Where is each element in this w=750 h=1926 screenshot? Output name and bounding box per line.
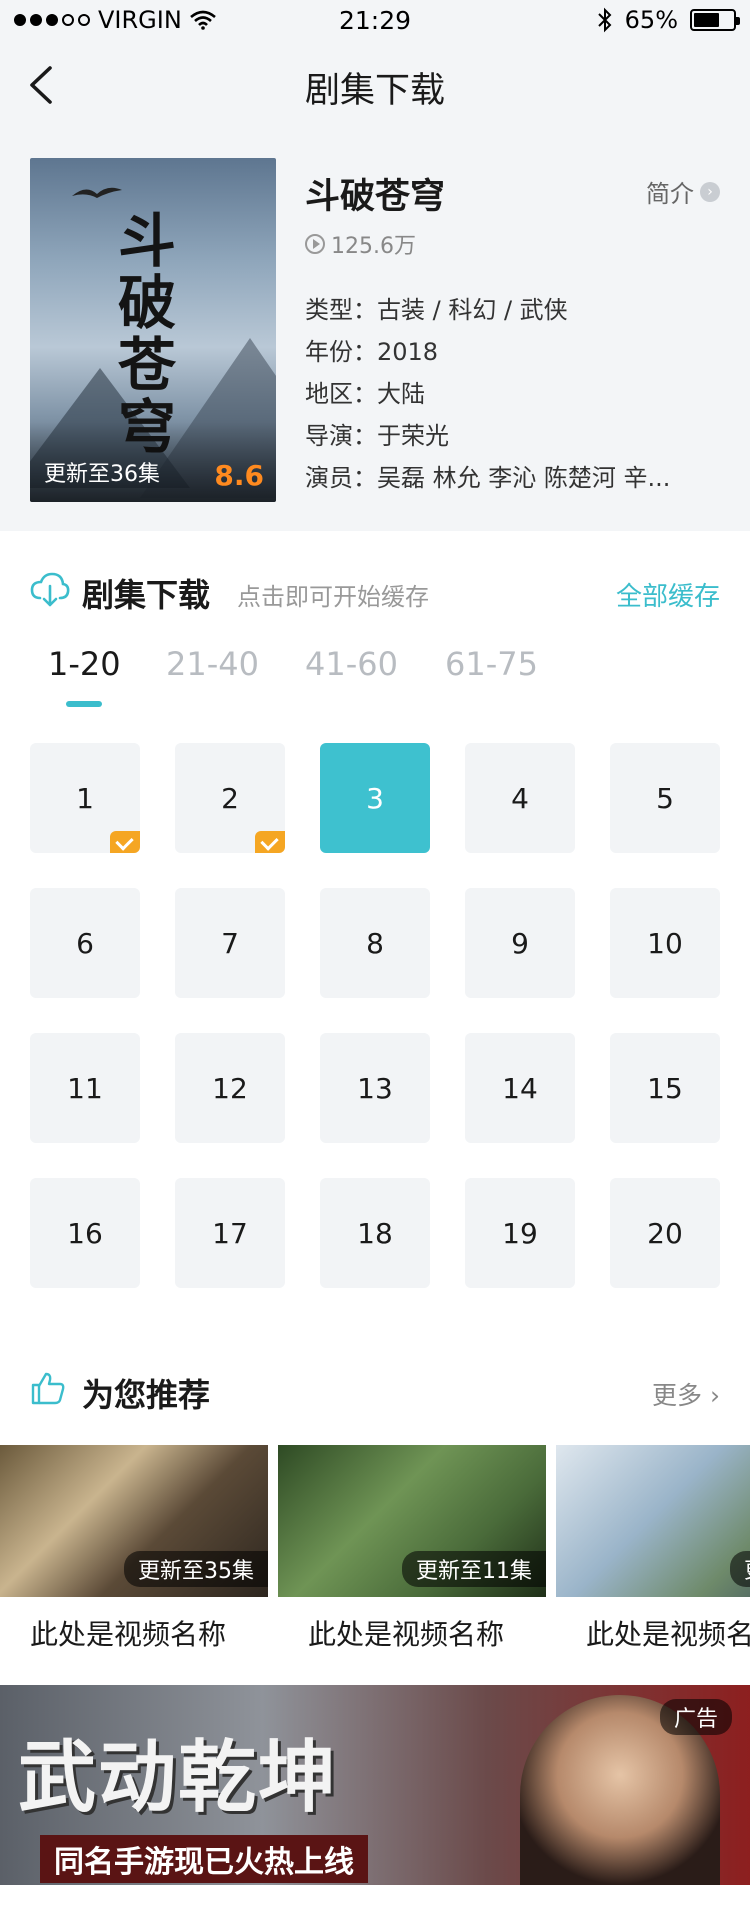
episode-number: 5 (656, 781, 674, 815)
ad-banner[interactable]: 武动乾坤 同名手游现已火热上线 广告 (0, 1685, 750, 1885)
episode-number: 17 (212, 1216, 248, 1250)
intro-label: 简介 (646, 180, 694, 208)
episode-range-tabs: 1-20 21-40 41-60 61-75 (0, 645, 750, 715)
episode-button[interactable]: 15 (610, 1033, 720, 1143)
ad-subtitle: 同名手游现已火热上线 (40, 1835, 368, 1883)
intro-link[interactable]: 简介 › (646, 174, 720, 209)
page-title: 剧集下载 (304, 71, 445, 111)
recommend-title: 为您推荐 (82, 1376, 211, 1414)
update-badge: 更新至 (729, 1551, 750, 1587)
episode-button[interactable]: 10 (610, 888, 720, 998)
bluetooth-icon (597, 7, 612, 33)
poster-update-label: 更新至36集 (44, 462, 160, 487)
ad-tag: 广告 (659, 1699, 732, 1735)
episode-button[interactable]: 12 (175, 1033, 285, 1143)
eagle-icon (72, 187, 122, 198)
episode-button[interactable]: 20 (610, 1178, 720, 1288)
episode-number: 8 (366, 926, 384, 960)
cache-all-button[interactable]: 全部缓存 (616, 576, 720, 613)
nav-bar: 剧集下载 (0, 40, 750, 130)
download-header: 剧集下载 点击即可开始缓存 全部缓存 (0, 560, 750, 620)
meta-region: 地区：大陆 (305, 380, 425, 408)
recommend-name: 此处是视频名称 (30, 1618, 227, 1651)
chevron-right-icon: › (700, 181, 720, 202)
episode-button[interactable]: 13 (320, 1033, 430, 1143)
cloud-download-icon (30, 572, 70, 607)
recommend-card[interactable]: 更新至 此处是视频名称 (556, 1445, 750, 1651)
recommend-card[interactable]: 更新至35集 此处是视频名称 (0, 1445, 268, 1651)
status-bar: VIRGIN 21:29 65% (0, 0, 750, 40)
tab-indicator (66, 701, 102, 707)
episode-number: 14 (502, 1071, 538, 1105)
episode-button[interactable]: 1 (30, 743, 140, 853)
tab-range-3[interactable]: 41-60 (305, 645, 398, 683)
play-count: 125.6万 (305, 228, 416, 260)
poster-calligraphy: 斗破苍穹 (118, 207, 177, 458)
recommend-list: 更新至35集 此处是视频名称 更新至11集 此处是视频名称 更新至 此处是视频名… (0, 1445, 750, 1655)
header-area: VIRGIN 21:29 65% 剧集下载 斗破苍穹 (0, 0, 750, 531)
episode-button[interactable]: 5 (610, 743, 720, 853)
show-poster[interactable]: 斗破苍穹 更新至36集 8.6 (30, 158, 276, 502)
battery-percent: 65% (624, 6, 678, 34)
episode-number: 1 (76, 781, 94, 815)
episode-number: 16 (67, 1216, 103, 1250)
episode-button[interactable]: 8 (320, 888, 430, 998)
episode-button[interactable]: 4 (465, 743, 575, 853)
battery-icon (690, 9, 740, 31)
episode-button[interactable]: 18 (320, 1178, 430, 1288)
recommend-name: 此处是视频名称 (586, 1618, 750, 1651)
thumbs-up-icon (31, 1372, 65, 1405)
downloaded-check-icon (110, 831, 140, 853)
recommend-name: 此处是视频名称 (308, 1618, 505, 1651)
recommend-card[interactable]: 更新至11集 此处是视频名称 (278, 1445, 546, 1651)
episode-number: 15 (647, 1071, 683, 1105)
episode-number: 13 (357, 1071, 393, 1105)
episode-number: 2 (221, 781, 239, 815)
episode-button[interactable]: 2 (175, 743, 285, 853)
ad-title: 武动乾坤 (18, 1732, 339, 1823)
poster-score: 8.6 (214, 459, 264, 492)
episode-button[interactable]: 9 (465, 888, 575, 998)
recommend-thumbnail: 更新至 (556, 1445, 750, 1597)
play-count-value: 125.6万 (331, 234, 416, 259)
episode-button[interactable]: 14 (465, 1033, 575, 1143)
episode-button[interactable]: 3 (320, 743, 430, 853)
tab-range-2[interactable]: 21-40 (166, 645, 259, 683)
meta-director: 导演：于荣光 (305, 422, 449, 450)
meta-cast: 演员：吴磊 林允 李沁 陈楚河 辛... (305, 464, 671, 492)
episode-button[interactable]: 6 (30, 888, 140, 998)
episode-number: 18 (357, 1216, 393, 1250)
episode-number: 10 (647, 926, 683, 960)
more-link[interactable]: 更多 › (652, 1376, 720, 1412)
show-title: 斗破苍穹 (305, 177, 446, 217)
chevron-right-icon: › (710, 1381, 720, 1410)
download-title: 剧集下载 (82, 576, 211, 614)
episode-number: 11 (67, 1071, 103, 1105)
recommend-header: 为您推荐 更多 › (0, 1360, 750, 1420)
episode-number: 20 (647, 1216, 683, 1250)
downloaded-check-icon (255, 831, 285, 853)
episode-number: 12 (212, 1071, 248, 1105)
episode-number: 19 (502, 1216, 538, 1250)
play-icon (305, 234, 325, 254)
episode-button[interactable]: 19 (465, 1178, 575, 1288)
meta-year: 年份：2018 (305, 338, 439, 366)
episode-button[interactable]: 11 (30, 1033, 140, 1143)
update-badge: 更新至11集 (402, 1551, 546, 1587)
download-hint: 点击即可开始缓存 (237, 583, 429, 611)
recommend-thumbnail: 更新至35集 (0, 1445, 268, 1597)
update-badge: 更新至35集 (124, 1551, 268, 1587)
episode-number: 4 (511, 781, 529, 815)
episode-button[interactable]: 17 (175, 1178, 285, 1288)
tab-range-4[interactable]: 61-75 (445, 645, 538, 683)
episode-number: 9 (511, 926, 529, 960)
episode-number: 7 (221, 926, 239, 960)
meta-genre: 类型：古装 / 科幻 / 武侠 (305, 296, 568, 324)
episode-number: 6 (76, 926, 94, 960)
episode-button[interactable]: 16 (30, 1178, 140, 1288)
recommend-thumbnail: 更新至11集 (278, 1445, 546, 1597)
episode-number: 3 (366, 781, 384, 815)
tab-range-1[interactable]: 1-20 (48, 645, 121, 683)
episode-button[interactable]: 7 (175, 888, 285, 998)
